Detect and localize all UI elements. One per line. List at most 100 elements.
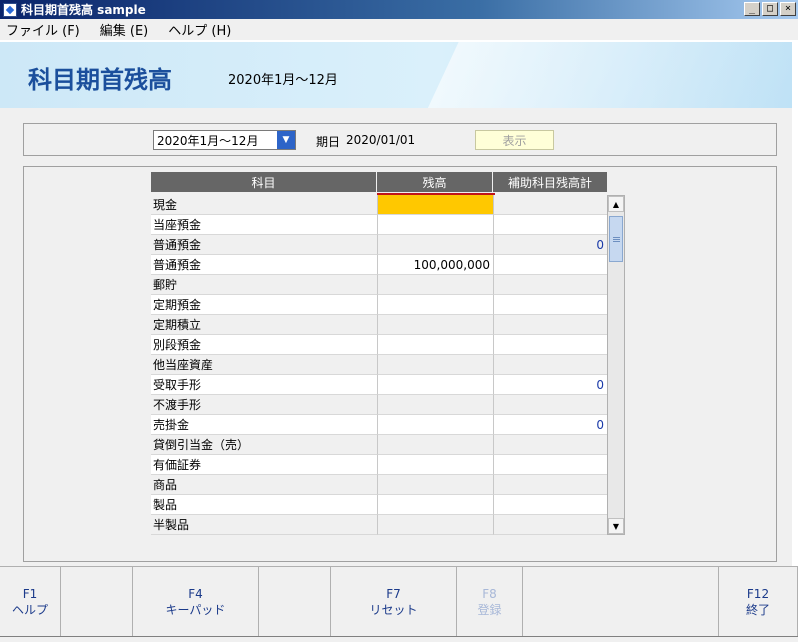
menu-edit[interactable]: 編集 (E): [100, 20, 149, 39]
fkey-label: 終了: [745, 603, 770, 617]
window-titlebar: 科目期首残高 sample _ □ ×: [0, 0, 798, 19]
balance-cell[interactable]: [377, 375, 493, 395]
sub-total-cell: 0: [493, 235, 607, 255]
balance-cell[interactable]: [377, 395, 493, 415]
balance-cell[interactable]: [377, 235, 493, 255]
account-cell: 製品: [151, 495, 377, 515]
start-date-value: 2020/01/01: [346, 133, 416, 147]
account-cell: 半製品: [151, 515, 377, 535]
window-bottom-edge: [0, 636, 798, 642]
minimize-button[interactable]: _: [744, 2, 760, 16]
scroll-up-icon[interactable]: ▲: [608, 196, 624, 212]
table-row[interactable]: 当座預金: [151, 215, 607, 235]
page-period: 2020年1月〜12月: [228, 73, 338, 88]
balance-cell[interactable]: [377, 275, 493, 295]
balance-cell[interactable]: 100,000,000: [377, 255, 493, 275]
table-row[interactable]: 製品: [151, 495, 607, 515]
balance-cell[interactable]: [377, 355, 493, 375]
show-button[interactable]: 表示: [475, 130, 554, 150]
menu-file[interactable]: ファイル (F): [6, 20, 80, 39]
balance-cell[interactable]: [377, 455, 493, 475]
account-cell: 他当座資産: [151, 355, 377, 375]
fkey-f8[interactable]: F8 登録: [457, 567, 523, 637]
fkey-key: F12: [746, 587, 770, 601]
table-row[interactable]: 現金: [151, 195, 607, 215]
table-header: 科目 残高 補助科目残高計: [151, 172, 607, 195]
sub-total-cell: [493, 475, 607, 495]
account-cell: 受取手形: [151, 375, 377, 395]
fkey-f7[interactable]: F7 リセット: [331, 567, 457, 637]
scroll-thumb[interactable]: [609, 216, 623, 262]
chevron-down-icon[interactable]: ▼: [277, 131, 295, 149]
main-area: 2020年1月〜12月 ▼ 期日 2020/01/01 表示 科目 残高 補助科…: [0, 108, 792, 566]
fkey-f1[interactable]: F1 ヘルプ: [0, 567, 61, 637]
table-row[interactable]: 有価証券: [151, 455, 607, 475]
scroll-down-icon[interactable]: ▼: [608, 518, 624, 534]
column-header-balance[interactable]: 残高: [377, 172, 495, 195]
sub-total-cell: 0: [493, 375, 607, 395]
balance-cell[interactable]: [377, 215, 493, 235]
sub-total-cell: [493, 355, 607, 375]
account-cell: 貸倒引当金（売）: [151, 435, 377, 455]
table-row[interactable]: 別段預金: [151, 335, 607, 355]
sub-total-cell: [493, 255, 607, 275]
balance-cell[interactable]: [377, 335, 493, 355]
vertical-scrollbar[interactable]: ▲ ▼: [607, 195, 625, 535]
fkey-label: 登録: [477, 603, 502, 617]
account-cell: 普通預金: [151, 255, 377, 275]
table-row[interactable]: 他当座資産: [151, 355, 607, 375]
table-row[interactable]: 半製品: [151, 515, 607, 535]
page-title: 科目期首残高: [28, 66, 172, 94]
table-row[interactable]: 郵貯: [151, 275, 607, 295]
balance-cell[interactable]: [377, 195, 493, 215]
fkey-label: ヘルプ: [11, 603, 48, 617]
sub-total-cell: [493, 195, 607, 215]
sub-total-cell: 0: [493, 415, 607, 435]
sort-indicator: [377, 193, 495, 195]
window-title: 科目期首残高 sample: [21, 3, 146, 17]
period-select[interactable]: 2020年1月〜12月 ▼: [153, 130, 296, 150]
table-row[interactable]: 不渡手形: [151, 395, 607, 415]
column-header-account[interactable]: 科目: [151, 172, 377, 192]
sub-total-cell: [493, 295, 607, 315]
table-row[interactable]: 普通預金 0: [151, 235, 607, 255]
maximize-button[interactable]: □: [762, 2, 778, 16]
fkey-f12[interactable]: F12 終了: [719, 567, 798, 637]
sub-total-cell: [493, 335, 607, 355]
menu-help[interactable]: ヘルプ (H): [168, 20, 231, 39]
balance-cell[interactable]: [377, 475, 493, 495]
sub-total-cell: [493, 495, 607, 515]
column-header-sub-total[interactable]: 補助科目残高計: [493, 172, 607, 192]
close-button[interactable]: ×: [780, 2, 796, 16]
balance-table: 科目 残高 補助科目残高計 現金 当座預金 普通預金 0 普通預金 100,000,000…: [151, 172, 607, 535]
table-row[interactable]: 定期積立: [151, 315, 607, 335]
function-key-bar: F1 ヘルプ F4 キーパッド F7 リセット F8 登録 F12 終了: [0, 566, 798, 637]
fkey-key: F1: [22, 587, 38, 601]
balance-cell[interactable]: [377, 415, 493, 435]
account-cell: 定期積立: [151, 315, 377, 335]
table-row[interactable]: 売掛金 0: [151, 415, 607, 435]
sub-total-cell: [493, 315, 607, 335]
fkey-f4[interactable]: F4 キーパッド: [133, 567, 259, 637]
fkey-key: F4: [188, 587, 203, 601]
table-row[interactable]: 受取手形 0: [151, 375, 607, 395]
filter-panel: 2020年1月〜12月 ▼ 期日 2020/01/01 表示: [23, 123, 777, 156]
account-cell: 不渡手形: [151, 395, 377, 415]
fkey-empty: [61, 567, 133, 637]
balance-cell[interactable]: [377, 435, 493, 455]
table-row[interactable]: 普通預金 100,000,000: [151, 255, 607, 275]
account-cell: 現金: [151, 195, 377, 215]
fkey-empty: [523, 567, 719, 637]
balance-cell[interactable]: [377, 295, 493, 315]
account-cell: 普通預金: [151, 235, 377, 255]
table-row[interactable]: 商品: [151, 475, 607, 495]
table-row[interactable]: 貸倒引当金（売）: [151, 435, 607, 455]
account-cell: 売掛金: [151, 415, 377, 435]
page-header: 科目期首残高 2020年1月〜12月: [0, 42, 792, 108]
balance-cell[interactable]: [377, 495, 493, 515]
table-body: 現金 当座預金 普通預金 0 普通預金 100,000,000 郵貯 定期預金 定期積立 別段預金…: [151, 195, 607, 535]
app-icon: [3, 2, 17, 17]
table-row[interactable]: 定期預金: [151, 295, 607, 315]
balance-cell[interactable]: [377, 315, 493, 335]
balance-cell[interactable]: [377, 515, 493, 535]
